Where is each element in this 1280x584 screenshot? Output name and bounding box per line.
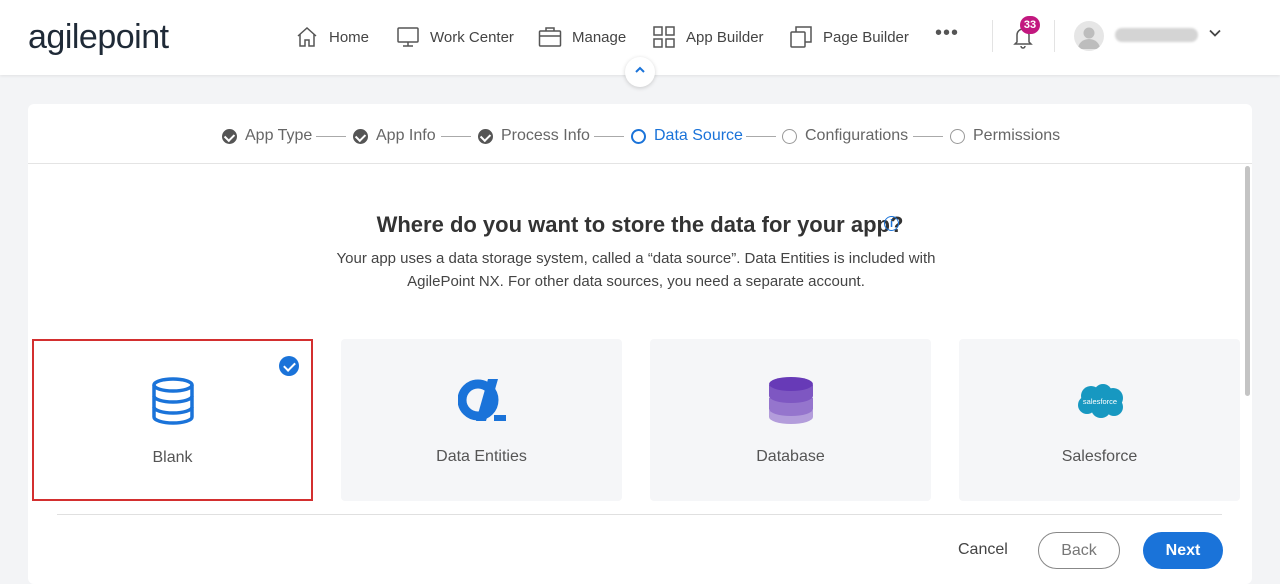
check-circle-icon bbox=[478, 128, 493, 144]
scrollbar-thumb[interactable] bbox=[1245, 166, 1250, 396]
data-source-tile-database[interactable]: Database bbox=[650, 339, 931, 501]
data-source-tile-data-entities[interactable]: Data Entities bbox=[341, 339, 622, 501]
nav-home-label: Home bbox=[329, 28, 370, 46]
user-icon bbox=[1078, 27, 1100, 49]
chevron-down-icon[interactable] bbox=[1208, 26, 1222, 45]
tile-label: Data Entities bbox=[436, 448, 527, 465]
more-menu-icon[interactable]: ••• bbox=[935, 22, 959, 45]
divider bbox=[1054, 20, 1055, 52]
nav-manage[interactable]: Manage bbox=[538, 22, 626, 52]
step-connector bbox=[746, 136, 776, 137]
wizard-stepper: App Type App Info Process Info Data Sour… bbox=[28, 104, 1252, 164]
grid-icon bbox=[652, 25, 676, 49]
user-name-blurred[interactable] bbox=[1115, 28, 1198, 42]
page-description: Your app uses a data storage system, cal… bbox=[336, 250, 936, 290]
database-stack-icon bbox=[768, 375, 814, 430]
empty-circle-icon bbox=[782, 128, 797, 144]
agilepoint-logo[interactable]: agilepoint bbox=[28, 18, 169, 57]
nav-app-builder[interactable]: App Builder bbox=[652, 22, 764, 52]
back-button[interactable]: Back bbox=[1038, 532, 1120, 569]
tile-label: Database bbox=[756, 448, 825, 465]
current-step-circle-icon bbox=[631, 128, 646, 144]
nav-page-builder[interactable]: Page Builder bbox=[789, 22, 909, 52]
page-title-text: Where do you want to store the data for … bbox=[376, 212, 904, 237]
selected-check-icon bbox=[279, 356, 299, 376]
step-connector bbox=[913, 136, 943, 137]
nav-app-builder-label: App Builder bbox=[686, 28, 764, 46]
step-label: Permissions bbox=[973, 127, 1061, 144]
salesforce-cloud-icon: salesforce bbox=[1075, 383, 1125, 424]
step-process-info[interactable]: Process Info bbox=[478, 127, 590, 145]
divider bbox=[57, 514, 1222, 515]
avatar[interactable] bbox=[1074, 21, 1104, 51]
check-circle-icon bbox=[353, 128, 368, 144]
step-configurations[interactable]: Configurations bbox=[782, 127, 908, 145]
cancel-button[interactable]: Cancel bbox=[958, 541, 1008, 559]
step-label: Configurations bbox=[805, 127, 909, 144]
step-connector bbox=[594, 136, 624, 137]
notification-count-badge: 33 bbox=[1020, 16, 1040, 34]
collapse-header-button[interactable] bbox=[625, 57, 655, 87]
nav-page-builder-label: Page Builder bbox=[823, 28, 909, 46]
monitor-icon bbox=[396, 25, 420, 49]
create-app-wizard-card: App Type App Info Process Info Data Sour… bbox=[28, 104, 1252, 584]
step-label: Process Info bbox=[501, 127, 590, 144]
empty-circle-icon bbox=[950, 128, 965, 144]
scrollbar[interactable] bbox=[1243, 164, 1252, 514]
step-label: App Info bbox=[376, 127, 436, 144]
pages-icon bbox=[789, 25, 813, 49]
step-app-info[interactable]: App Info bbox=[353, 127, 436, 145]
home-icon bbox=[295, 25, 319, 49]
tile-label: Salesforce bbox=[1061, 448, 1138, 465]
nav-work-center[interactable]: Work Center bbox=[396, 22, 514, 52]
data-source-tile-salesforce[interactable]: salesforce Salesforce bbox=[959, 339, 1240, 501]
step-app-type[interactable]: App Type bbox=[222, 127, 312, 145]
check-circle-icon bbox=[222, 128, 237, 144]
info-icon[interactable]: i bbox=[884, 216, 899, 231]
step-data-source[interactable]: Data Source bbox=[631, 127, 743, 145]
nav-work-center-label: Work Center bbox=[430, 28, 514, 46]
chevron-up-icon bbox=[634, 63, 646, 81]
step-label: Data Source bbox=[654, 127, 743, 144]
svg-text:salesforce: salesforce bbox=[1082, 397, 1116, 406]
step-connector bbox=[316, 136, 346, 137]
page-title: Where do you want to store the data for … bbox=[28, 212, 1252, 238]
nav-home[interactable]: Home bbox=[295, 22, 369, 52]
database-outline-icon bbox=[150, 377, 196, 430]
briefcase-icon bbox=[538, 25, 562, 49]
next-button[interactable]: Next bbox=[1143, 532, 1223, 569]
step-permissions[interactable]: Permissions bbox=[950, 127, 1060, 145]
data-entities-icon bbox=[457, 379, 506, 426]
step-label: App Type bbox=[245, 127, 313, 144]
divider bbox=[992, 20, 993, 52]
nav-manage-label: Manage bbox=[572, 28, 627, 46]
data-source-tile-blank[interactable]: Blank bbox=[32, 339, 313, 501]
tile-label: Blank bbox=[152, 449, 193, 466]
step-connector bbox=[441, 136, 471, 137]
